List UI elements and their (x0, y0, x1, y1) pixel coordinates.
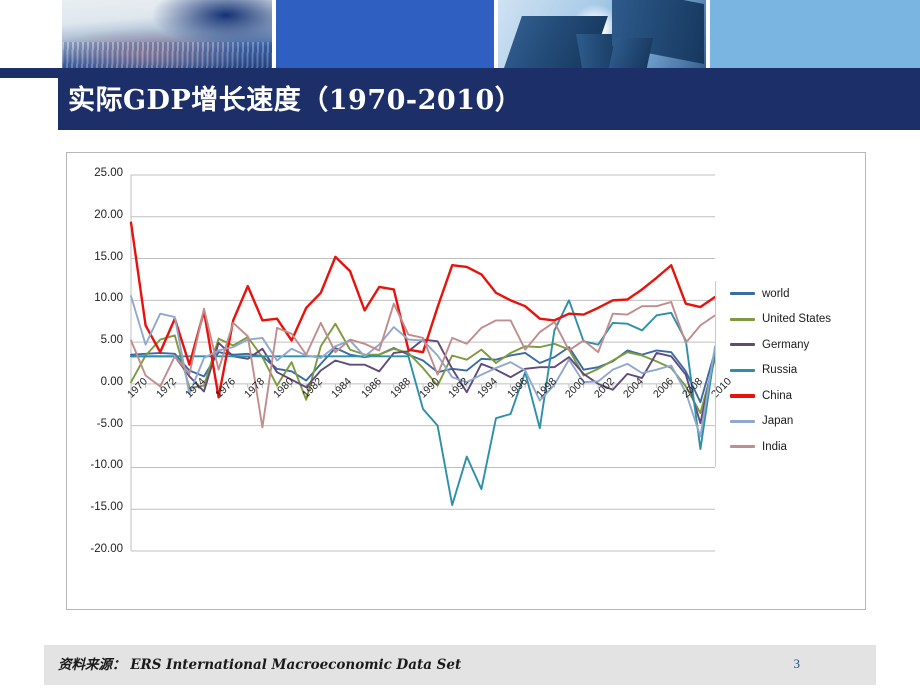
footer-bar: 资料来源： ERS International Macroeconomic Da… (44, 645, 876, 685)
page-title: 实际GDP增长速度（1970-2010） (68, 85, 523, 116)
y-axis-tick-label: 0.00 (100, 375, 123, 388)
legend-item-label: China (762, 389, 793, 402)
legend-item[interactable]: Japan (730, 409, 862, 435)
header-solid-blue-panel (276, 0, 494, 68)
legend-color-swatch (730, 419, 755, 423)
chart-plot-area: 25.00 20.00 15.00 10.00 5.00 0.00 -5.00 -10.00 -… (67, 153, 865, 609)
legend-item[interactable]: Germany (730, 332, 862, 358)
legend-color-swatch (730, 445, 755, 449)
header-light-blue-panel (710, 0, 920, 68)
legend-item[interactable]: United States (730, 307, 862, 333)
legend-color-swatch (730, 343, 755, 347)
legend-item[interactable]: China (730, 383, 862, 409)
y-axis-tick-label: 20.00 (94, 208, 123, 221)
chart-container: 25.00 20.00 15.00 10.00 5.00 0.00 -5.00 -10.00 -… (66, 152, 866, 610)
legend-item-label: Germany (762, 338, 810, 351)
y-axis-tick-label: 15.00 (94, 250, 123, 263)
legend-divider (715, 281, 716, 467)
legend-item-label: India (762, 440, 787, 453)
y-axis-tick-label: -15.00 (90, 501, 123, 514)
legend-item[interactable]: world (730, 281, 862, 307)
legend-item[interactable]: India (730, 434, 862, 460)
source-text: 资料来源： ERS International Macroeconomic Da… (58, 657, 462, 673)
y-axis-tick-label: 5.00 (100, 334, 123, 347)
skyscraper-shape (608, 38, 654, 68)
legend-item-label: Japan (762, 415, 794, 428)
legend-item-label: United States (762, 313, 832, 326)
chart-legend: world United States Germany Russia China Japa… (730, 281, 862, 460)
y-axis-tick-label: 25.00 (94, 167, 123, 179)
legend-item-label: world (762, 287, 790, 300)
y-axis-tick-label: -5.00 (96, 417, 123, 430)
header-photo-skyscrapers (498, 0, 706, 68)
legend-color-swatch (730, 317, 755, 321)
legend-color-swatch (730, 393, 755, 398)
header-photo-hands-keyboard (62, 0, 272, 68)
legend-color-swatch (730, 368, 755, 372)
title-bar-notch (0, 78, 58, 130)
header-image-band (0, 0, 920, 68)
y-axis-tick-label: -20.00 (90, 543, 123, 555)
legend-item[interactable]: Russia (730, 358, 862, 384)
legend-item-label: Russia (762, 364, 798, 377)
y-axis-tick-label: -10.00 (90, 459, 123, 472)
legend-color-swatch (730, 292, 755, 296)
page-number: 3 (793, 656, 801, 671)
y-axis-tick-label: 10.00 (94, 292, 123, 305)
